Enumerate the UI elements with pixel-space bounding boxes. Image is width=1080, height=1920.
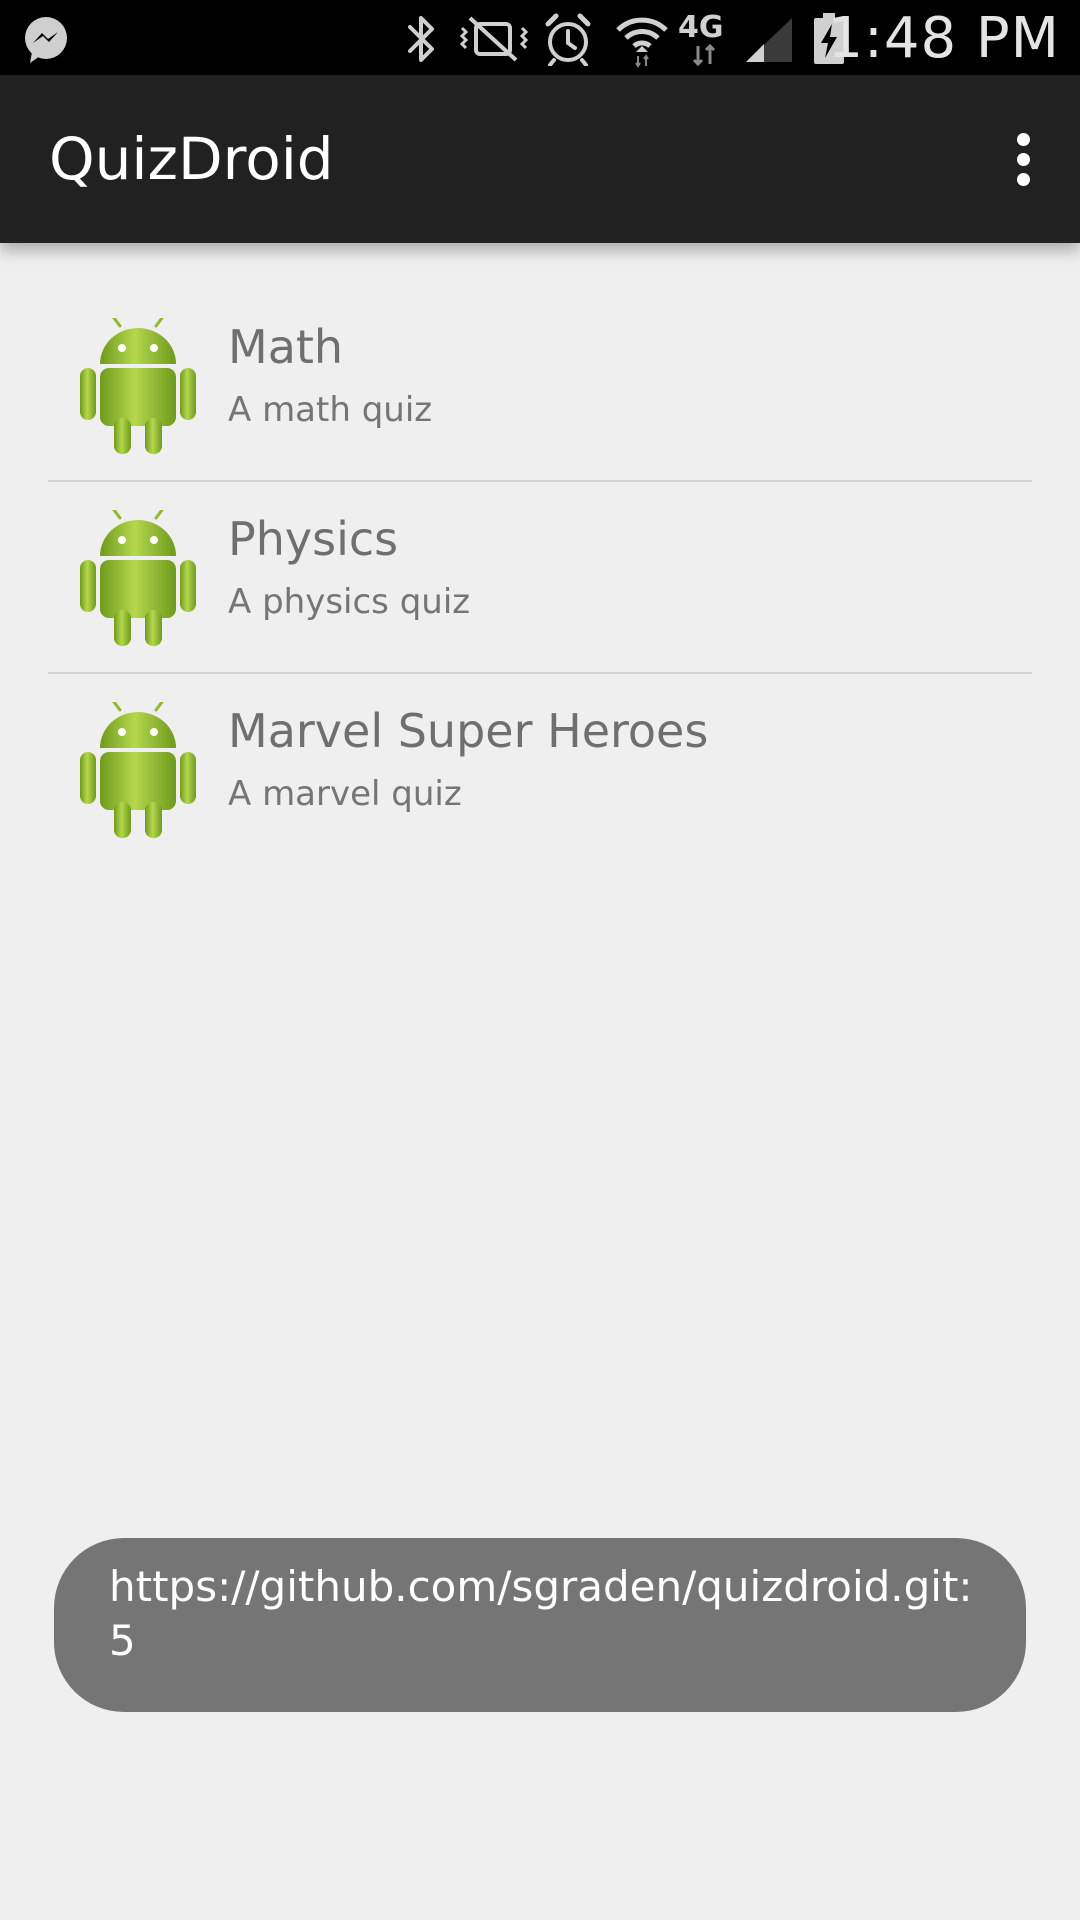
action-bar: QuizDroid bbox=[0, 75, 1080, 243]
lte-icon: 4G bbox=[678, 10, 738, 66]
status-time: 1:48 PM bbox=[827, 6, 1060, 71]
quiz-title: Physics bbox=[228, 512, 399, 566]
toast-message: https://github.com/sgraden/quizdroid.git… bbox=[54, 1538, 1026, 1712]
network-type-label: 4G bbox=[678, 10, 724, 45]
wifi-icon bbox=[616, 17, 668, 68]
android-robot-icon bbox=[78, 510, 198, 648]
android-robot-icon bbox=[78, 702, 198, 840]
overflow-menu-dot bbox=[1017, 173, 1030, 186]
quiz-description: A marvel quiz bbox=[228, 774, 462, 814]
overflow-menu-icon bbox=[1017, 133, 1030, 146]
quiz-item-marvel[interactable]: Marvel Super Heroes A marvel quiz bbox=[48, 674, 1032, 866]
overflow-menu-dot bbox=[1017, 153, 1030, 166]
bluetooth-icon bbox=[408, 16, 434, 62]
app-title: QuizDroid bbox=[49, 125, 334, 193]
quiz-item-physics[interactable]: Physics A physics quiz bbox=[48, 482, 1032, 674]
quiz-description: A math quiz bbox=[228, 390, 433, 430]
status-bar: 4G 1:48 PM bbox=[0, 0, 1080, 75]
quiz-title: Math bbox=[228, 320, 344, 374]
quiz-item-math[interactable]: Math A math quiz bbox=[48, 290, 1032, 482]
quiz-description: A physics quiz bbox=[228, 582, 471, 622]
alarm-icon bbox=[545, 13, 591, 66]
quiz-list: Math A math quiz Physics A physics quiz … bbox=[48, 290, 1032, 866]
messenger-icon bbox=[25, 17, 67, 63]
overflow-menu-button[interactable] bbox=[992, 109, 1056, 209]
cell-signal-icon bbox=[746, 18, 792, 62]
vibrate-icon bbox=[459, 16, 529, 62]
quiz-title: Marvel Super Heroes bbox=[228, 704, 709, 758]
android-robot-icon bbox=[78, 318, 198, 456]
